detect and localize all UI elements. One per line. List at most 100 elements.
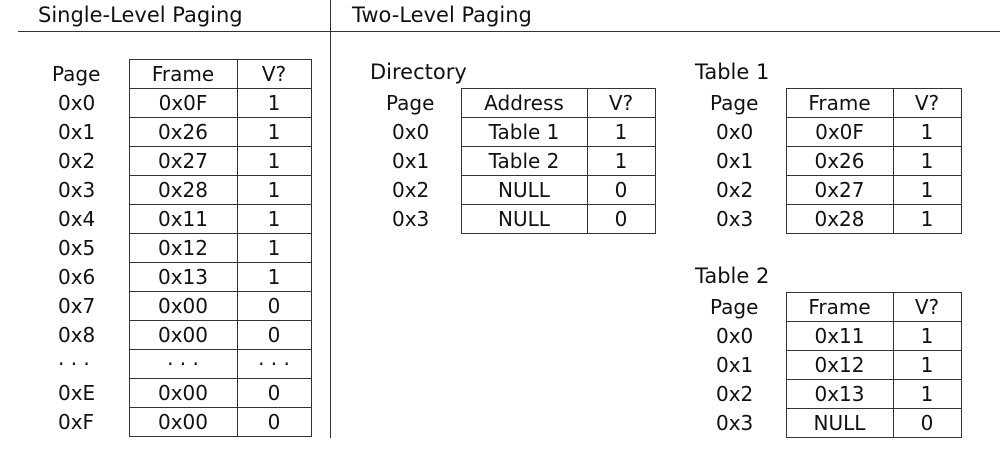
frame-header: Frame: [785, 88, 894, 118]
table2-table: Page Frame V? 0x0 0x11 1 0x1 0x12 1 0x2 0x13 1 0x…: [710, 292, 962, 438]
page-cell: 0x6: [58, 265, 96, 289]
valid-cell: 1: [892, 379, 962, 409]
table-header-row: Page Address V?: [386, 88, 656, 118]
valid-cell: 0: [586, 175, 656, 205]
valid-cell: 1: [892, 204, 962, 234]
page-cell: · · ·: [58, 352, 90, 376]
valid-cell: 1: [236, 88, 312, 118]
address-cell: NULL: [460, 175, 588, 205]
frame-cell: · · ·: [128, 349, 238, 379]
frame-cell: 0x0F: [128, 88, 238, 118]
page-cell: 0xE: [58, 381, 96, 405]
valid-cell: 1: [892, 175, 962, 205]
page-cell: 0x7: [58, 294, 96, 318]
table-row: 0x3 NULL 0: [386, 204, 656, 234]
table-row: 0x8 0x00 0: [52, 320, 312, 350]
valid-cell: 0: [236, 378, 312, 408]
page-cell: 0x1: [58, 120, 96, 144]
valid-cell: 1: [236, 146, 312, 176]
directory-title: Directory: [370, 60, 467, 84]
valid-header: V?: [892, 88, 962, 118]
frame-cell: 0x28: [128, 175, 238, 205]
table1-table: Page Frame V? 0x0 0x0F 1 0x1 0x26 1 0x2 0x27 1 0x…: [710, 88, 962, 234]
table2-title: Table 2: [695, 264, 770, 288]
page-cell: 0x0: [716, 120, 754, 144]
frame-cell: 0x13: [785, 379, 894, 409]
table-header-row: Page Frame V?: [710, 292, 962, 322]
table-row: 0x3 NULL 0: [710, 408, 962, 438]
valid-cell: 1: [236, 233, 312, 263]
table-row: 0x3 0x28 1: [52, 175, 312, 205]
table-row: 0x2 0x13 1: [710, 379, 962, 409]
valid-cell: 1: [586, 146, 656, 176]
table-row: 0x2 0x27 1: [710, 175, 962, 205]
valid-cell: 1: [236, 262, 312, 292]
table-header-row: Page Frame V?: [710, 88, 962, 118]
table-row: 0x2 NULL 0: [386, 175, 656, 205]
page-cell: 0x2: [716, 382, 754, 406]
frame-cell: 0x12: [128, 233, 238, 263]
frame-cell: 0x11: [128, 204, 238, 234]
table-row: 0xE 0x00 0: [52, 378, 312, 408]
page-cell: 0x2: [716, 178, 754, 202]
frame-cell: 0x11: [785, 321, 894, 351]
page-cell: 0x1: [716, 149, 754, 173]
frame-cell: 0x13: [128, 262, 238, 292]
valid-header: V?: [236, 59, 312, 89]
table-row: 0x1 0x26 1: [710, 146, 962, 176]
table1-title: Table 1: [695, 60, 770, 84]
directory-table: Page Address V? 0x0 Table 1 1 0x1 Table 2 1 0x…: [386, 88, 656, 234]
valid-cell: 0: [236, 291, 312, 321]
frame-cell: 0x27: [128, 146, 238, 176]
table-row: 0x1 0x26 1: [52, 117, 312, 147]
frame-cell: 0x26: [785, 146, 894, 176]
frame-cell: 0x0F: [785, 117, 894, 147]
valid-header: V?: [892, 292, 962, 322]
page-cell: 0x2: [58, 149, 96, 173]
page-cell: 0x1: [716, 353, 754, 377]
frame-cell: 0x00: [128, 378, 238, 408]
table-row: 0xF 0x00 0: [52, 407, 312, 437]
page-cell: 0x2: [392, 178, 430, 202]
valid-cell: 1: [236, 175, 312, 205]
valid-cell: 0: [236, 407, 312, 437]
frame-cell: 0x00: [128, 291, 238, 321]
section-divider: [330, 0, 331, 438]
frame-cell: 0x27: [785, 175, 894, 205]
page-header: Page: [52, 62, 101, 86]
page-cell: 0x5: [58, 236, 96, 260]
table-row: 0x0 0x0F 1: [710, 117, 962, 147]
valid-cell: 1: [892, 146, 962, 176]
table-row: 0x7 0x00 0: [52, 291, 312, 321]
table-row: 0x6 0x13 1: [52, 262, 312, 292]
single-level-heading: Single-Level Paging: [38, 3, 243, 27]
address-cell: Table 2: [460, 146, 588, 176]
table-row: · · · · · · · · ·: [52, 349, 312, 379]
page-cell: 0x3: [58, 178, 96, 202]
table-row: 0x1 Table 21: [386, 146, 656, 176]
frame-cell: NULL: [785, 408, 894, 438]
page-cell: 0xF: [58, 410, 95, 434]
page-cell: 0x0: [58, 91, 96, 115]
page-cell: 0x4: [58, 207, 96, 231]
table-row: 0x4 0x11 1: [52, 204, 312, 234]
frame-cell: 0x26: [128, 117, 238, 147]
table-row: 0x1 0x12 1: [710, 350, 962, 380]
frame-cell: 0x12: [785, 350, 894, 380]
valid-cell: 1: [236, 117, 312, 147]
page-cell: 0x1: [392, 149, 430, 173]
page-cell: 0x3: [392, 207, 430, 231]
valid-cell: 0: [892, 408, 962, 438]
table-row: 0x3 0x28 1: [710, 204, 962, 234]
valid-cell: 0: [586, 204, 656, 234]
frame-cell: 0x00: [128, 320, 238, 350]
single-level-table: Page Frame V? 0x0 0x0F 1 0x1 0x26 1 0x2 0x27 1 0x…: [52, 59, 312, 437]
page-cell: 0x0: [716, 324, 754, 348]
address-header: Address: [460, 88, 588, 118]
valid-cell: 1: [892, 321, 962, 351]
address-cell: NULL: [460, 204, 588, 234]
valid-cell: 1: [236, 204, 312, 234]
frame-header: Frame: [128, 59, 238, 89]
valid-header: V?: [586, 88, 656, 118]
page-cell: 0x0: [392, 120, 430, 144]
